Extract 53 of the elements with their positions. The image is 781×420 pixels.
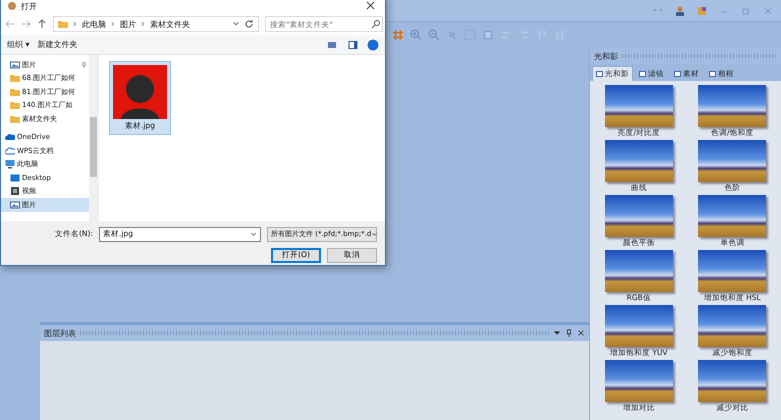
sky-thumbnail[interactable] [604,85,673,127]
sky-thumbnail[interactable] [698,360,766,402]
chevron-down-icon[interactable] [250,230,257,238]
pictures-icon [10,60,20,70]
chevron-icon [110,21,116,27]
close-icon [366,0,375,10]
user-icon[interactable] [675,6,685,16]
sky-thumbnail[interactable] [604,305,673,347]
close-icon[interactable] [577,329,585,337]
up-arrow-icon[interactable] [37,19,47,29]
toolbar-button[interactable]: 组织 ▾ [7,39,30,50]
desktop-icon [10,172,20,183]
sky-thumbnail[interactable] [698,305,766,347]
pin-icon [81,62,87,68]
folder-icon [10,100,20,110]
chevron-icon [140,21,146,27]
chevron-down-icon[interactable] [232,20,240,28]
sky-thumbnail[interactable] [698,195,766,237]
app-icon [7,1,17,11]
folder-icon [10,86,20,97]
panel-title: 图层列表 [44,328,76,338]
cloud-icon [5,132,15,142]
sky-thumbnail[interactable] [698,250,766,292]
preview-pane-icon[interactable] [347,40,359,50]
dropdown-icon[interactable] [553,329,561,337]
sky-thumbnail[interactable] [604,360,673,402]
pin-icon[interactable] [565,329,573,337]
pictures-icon [10,200,20,210]
panel-title: 光和影 [594,50,618,62]
folder-icon [10,114,20,124]
chevron-icon [72,21,78,27]
cloud-icon [5,146,15,156]
toolbar-button[interactable]: 新建文件夹 [38,39,78,50]
address-bar[interactable]: 此电脑 图片 素材文件夹 [53,16,259,32]
sky-thumbnail[interactable] [698,85,766,127]
film-icon [10,186,20,196]
sky-thumbnail[interactable] [604,250,673,292]
chevron-down-icon[interactable] [371,230,378,238]
sky-thumbnail[interactable] [604,140,673,182]
breadcrumb-item[interactable]: 此电脑 [82,18,106,30]
breadcrumb-item[interactable]: 素材文件夹 [150,18,190,30]
computer-icon [5,159,15,170]
sky-thumbnail[interactable] [604,195,673,237]
view-icon[interactable] [325,40,339,50]
refresh-icon[interactable] [244,19,254,29]
folder-icon [58,19,68,29]
dialog-title: 打开 [21,0,37,12]
folder-icon [10,73,20,84]
breadcrumb-item[interactable]: 图片 [120,18,136,30]
palette-icon[interactable] [697,6,707,16]
avatar-drawing [113,65,167,119]
sky-thumbnail[interactable] [698,140,766,182]
scrollbar[interactable] [89,55,98,221]
